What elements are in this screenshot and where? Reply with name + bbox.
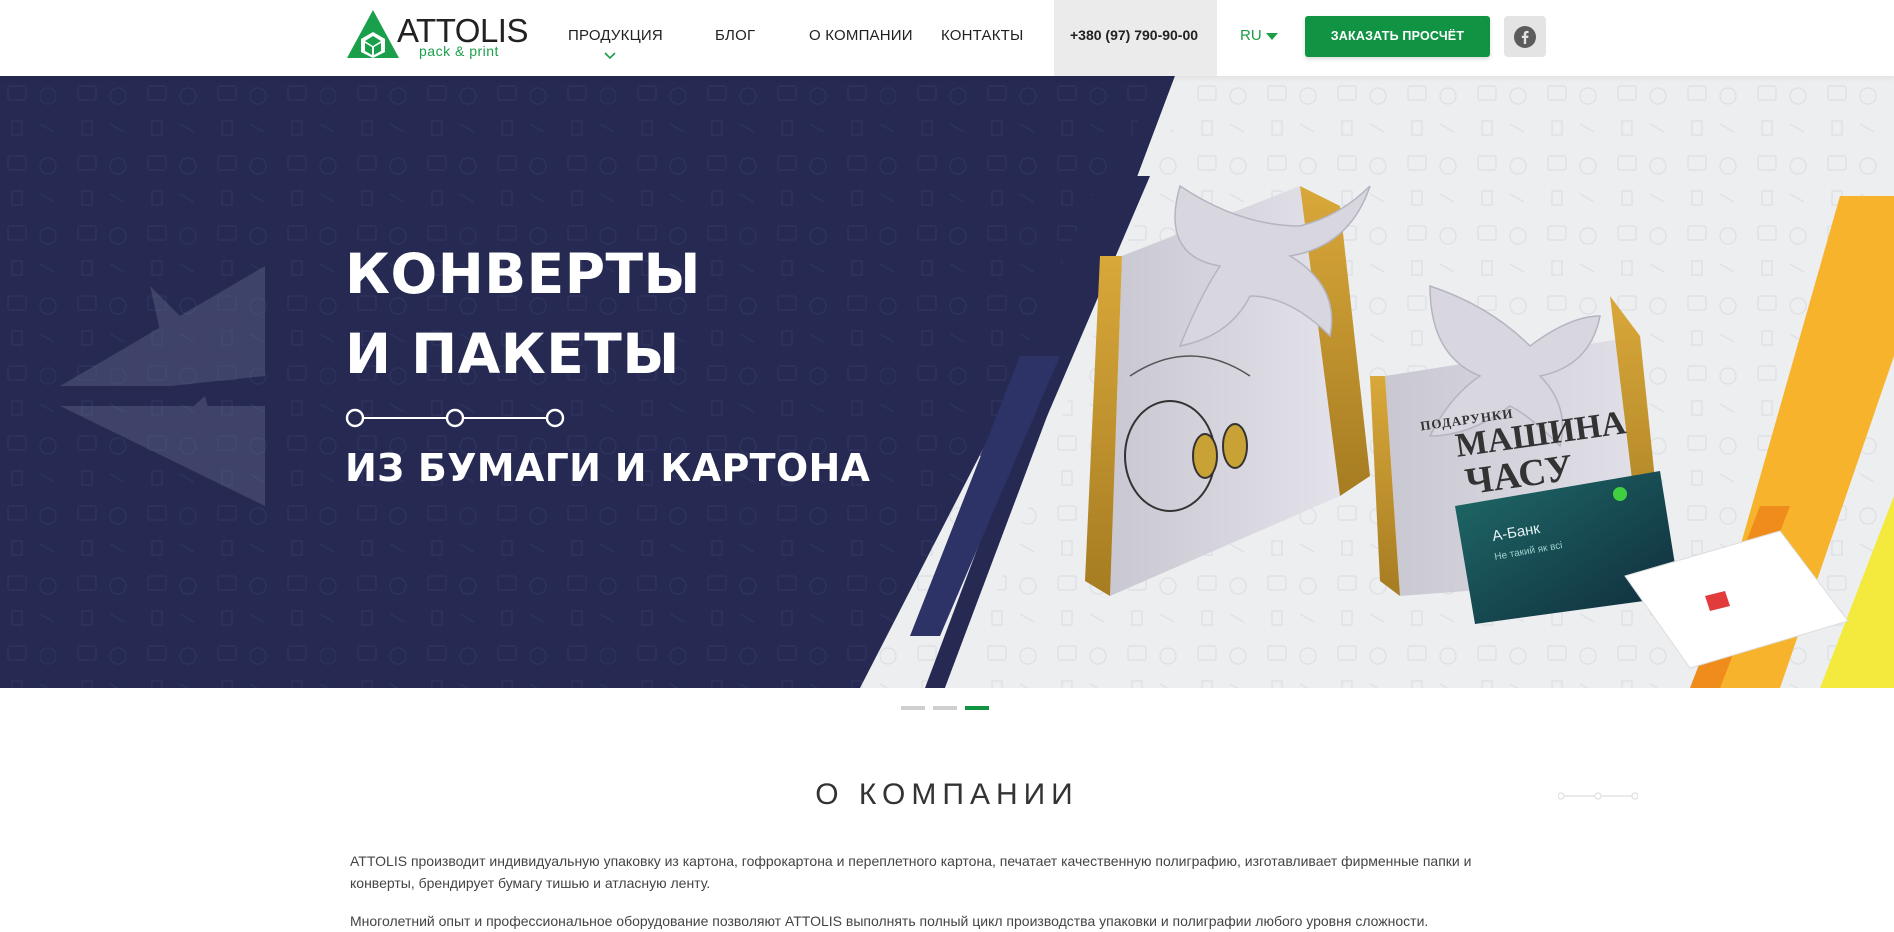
nav-products[interactable]: ПРОДУКЦИЯ — [568, 27, 663, 44]
caret-down-icon[interactable] — [1266, 33, 1278, 40]
logo[interactable]: ATTOLIS pack & print — [345, 8, 528, 62]
logo-tagline: pack & print — [419, 43, 499, 59]
nav-blog[interactable]: БЛОГ — [715, 27, 755, 44]
site-header: ATTOLIS pack & print ПРОДУКЦИЯ БЛОГ О КО… — [0, 0, 1894, 76]
about-decoration — [1558, 792, 1638, 800]
about-paragraph-1: ATTOLIS производит индивидуальную упаков… — [350, 853, 1472, 891]
hero-banner-graphic — [0, 76, 1894, 688]
hero-subtitle: ИЗ БУМАГИ И КАРТОНА — [345, 446, 871, 490]
order-quote-button[interactable]: ЗАКАЗАТЬ ПРОСЧЁТ — [1305, 16, 1490, 57]
slider-dot-1[interactable] — [901, 706, 925, 710]
hero-slider[interactable]: КОНВЕРТЫ И ПАКЕТЫ ИЗ БУМАГИ И КАРТОНА ПО… — [0, 76, 1894, 688]
language-selector[interactable]: RU — [1240, 27, 1262, 44]
nav-contacts[interactable]: КОНТАКТЫ — [941, 27, 1024, 44]
nav-about[interactable]: О КОМПАНИИ — [809, 27, 913, 44]
hero-title-line-1: КОНВЕРТЫ — [345, 242, 702, 306]
slider-dot-2[interactable] — [933, 706, 957, 710]
facebook-button[interactable] — [1504, 16, 1546, 57]
hero-divider-dots — [345, 408, 565, 428]
logo-triangle-icon — [347, 10, 399, 58]
slider-dot-3[interactable] — [965, 706, 989, 710]
hero-title-line-2: И ПАКЕТЫ — [345, 322, 680, 386]
about-paragraph-2: Многолетний опыт и профессиональное обор… — [350, 913, 1429, 929]
phone-box[interactable]: +380 (97) 790-90-00 — [1054, 0, 1217, 76]
hero-title: КОНВЕРТЫ И ПАКЕТЫ — [345, 234, 701, 394]
facebook-icon — [1514, 26, 1536, 48]
chevron-down-icon[interactable] — [604, 52, 616, 60]
phone-number[interactable]: +380 (97) 790-90-00 — [1070, 27, 1198, 43]
